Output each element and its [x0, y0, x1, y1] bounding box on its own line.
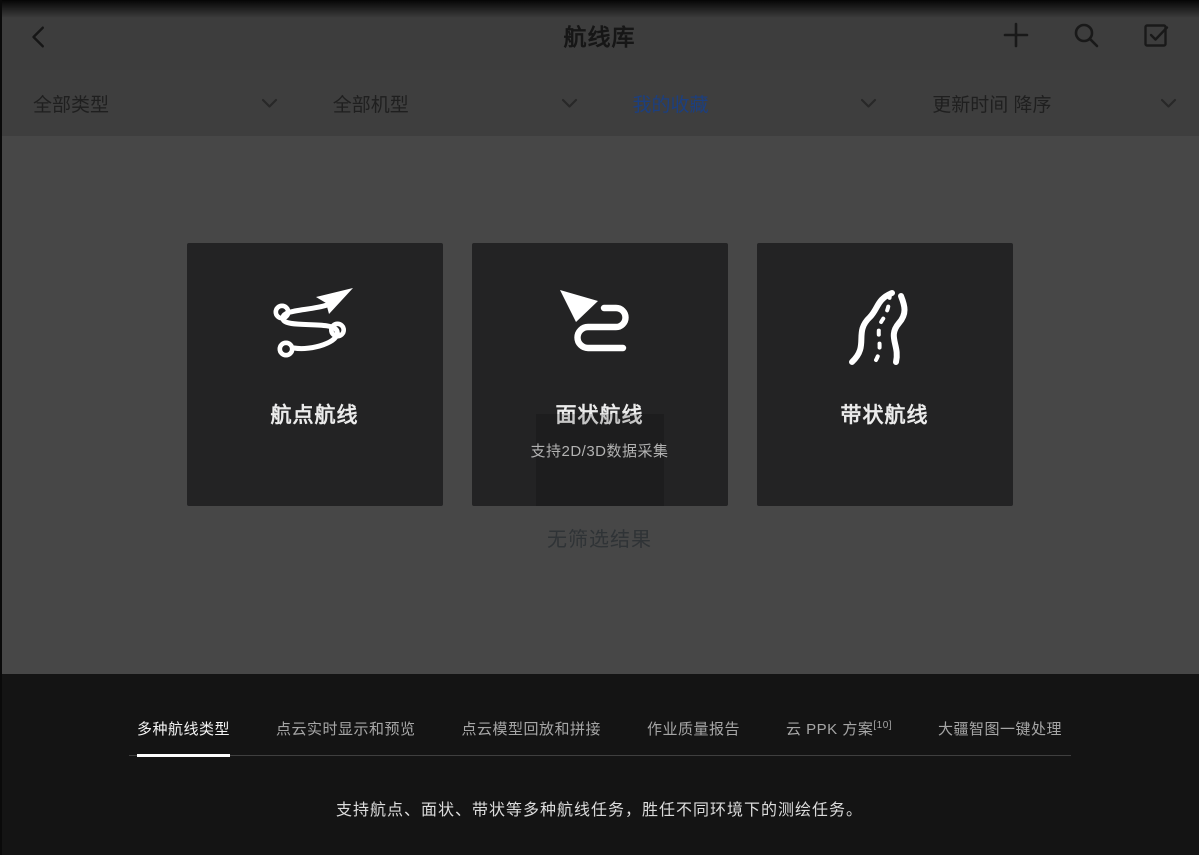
filter-label: 我的收藏 — [633, 90, 709, 117]
feature-footer: 多种航线类型 点云实时显示和预览 点云模型回放和拼接 作业质量报告 云 PPK … — [0, 674, 1199, 855]
card-title: 航点航线 — [271, 399, 359, 429]
chevron-down-icon — [860, 98, 877, 109]
empty-state-text: 无筛选结果 — [0, 523, 1199, 552]
feature-tabs: 多种航线类型 点云实时显示和预览 点云模型回放和拼接 作业质量报告 云 PPK … — [129, 674, 1071, 756]
plus-icon — [1002, 21, 1030, 49]
chevron-down-icon — [561, 98, 578, 109]
tab-route-types[interactable]: 多种航线类型 — [137, 718, 230, 757]
card-area-route[interactable]: 面状航线 支持2D/3D数据采集 — [472, 243, 728, 506]
left-edge — [0, 0, 2, 855]
tab-quality-report[interactable]: 作业质量报告 — [647, 718, 740, 757]
checkbox-check-icon — [1142, 21, 1170, 49]
filter-all-models[interactable]: 全部机型 — [300, 70, 600, 136]
header-bar: 航线库 — [0, 0, 1199, 70]
search-button[interactable] — [1071, 20, 1101, 50]
multi-select-button[interactable] — [1141, 20, 1171, 50]
add-route-button[interactable] — [1001, 20, 1031, 50]
tab-superscript: [10] — [873, 720, 892, 731]
filter-label: 全部机型 — [333, 90, 409, 117]
card-title: 带状航线 — [841, 399, 929, 429]
card-subtitle: 支持2D/3D数据采集 — [530, 440, 668, 461]
chevron-down-icon — [1160, 98, 1177, 109]
filter-my-favorites[interactable]: 我的收藏 — [600, 70, 900, 136]
filter-label: 更新时间 降序 — [932, 90, 1051, 117]
area-route-icon — [552, 279, 648, 375]
feature-description: 支持航点、面状、带状等多种航线任务，胜任不同环境下的测绘任务。 — [0, 796, 1199, 820]
filter-all-types[interactable]: 全部类型 — [0, 70, 300, 136]
tab-label: 云 PPK 方案 — [786, 721, 873, 738]
card-waypoint-route[interactable]: 航点航线 — [187, 243, 443, 506]
header-actions — [1001, 0, 1171, 70]
filter-sort-order[interactable]: 更新时间 降序 — [899, 70, 1199, 136]
corridor-route-icon — [837, 279, 933, 375]
chevron-down-icon — [261, 98, 278, 109]
route-library-screen: 航线库 全部类 — [0, 0, 1199, 855]
card-corridor-route[interactable]: 带状航线 — [757, 243, 1013, 506]
route-type-cards: 航点航线 面状航线 支持2D/3D数据采集 带状航线 — [0, 136, 1199, 506]
tab-cloud-ppk[interactable]: 云 PPK 方案[10] — [786, 718, 892, 757]
tab-terra-processing[interactable]: 大疆智图一键处理 — [938, 718, 1062, 757]
filter-bar: 全部类型 全部机型 我的收藏 更新时间 降序 — [0, 70, 1199, 136]
magnifier-icon — [1072, 21, 1100, 49]
card-title: 面状航线 — [556, 399, 644, 429]
main-content: 航点航线 面状航线 支持2D/3D数据采集 带状航线 — [0, 136, 1199, 674]
waypoint-route-icon — [267, 279, 363, 375]
tab-pointcloud-replay[interactable]: 点云模型回放和拼接 — [461, 718, 601, 757]
filter-label: 全部类型 — [33, 90, 109, 117]
tab-pointcloud-live[interactable]: 点云实时显示和预览 — [276, 718, 416, 757]
